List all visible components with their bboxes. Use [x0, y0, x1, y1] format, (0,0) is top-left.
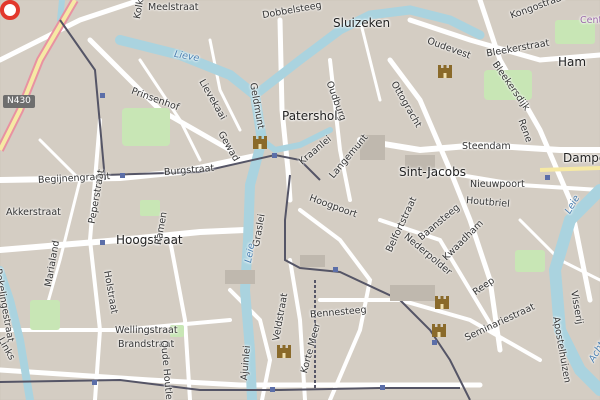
location-pin-icon[interactable]	[0, 0, 20, 20]
castle-icon[interactable]	[430, 322, 448, 338]
castle-icon[interactable]	[433, 294, 451, 310]
street-label: Steendam	[462, 141, 511, 152]
district-label: Sluizeken	[333, 16, 391, 30]
district-label: Centr	[580, 15, 600, 26]
castle-icon[interactable]	[251, 134, 269, 150]
street-label: Meelstraat	[148, 2, 199, 13]
street-label: Nieuwpoort	[470, 179, 525, 190]
street-label: Wellingstraat	[115, 325, 178, 336]
district-label: Dampoo	[563, 151, 600, 165]
district-label: Ham	[558, 55, 587, 69]
map-viewport[interactable]: Kolkweg Meelstraat Dobbelsteeg Sluizeken…	[0, 0, 600, 400]
street-label: Hoogstraat	[116, 233, 183, 247]
road-shield: N430	[3, 95, 35, 108]
district-label: Patershol	[282, 109, 338, 123]
castle-icon[interactable]	[275, 343, 293, 359]
primary-roads	[539, 166, 600, 172]
street-label: Akkerstraat	[6, 207, 61, 218]
castle-icon[interactable]	[436, 63, 454, 79]
district-label: Sint-Jacobs	[399, 165, 466, 179]
